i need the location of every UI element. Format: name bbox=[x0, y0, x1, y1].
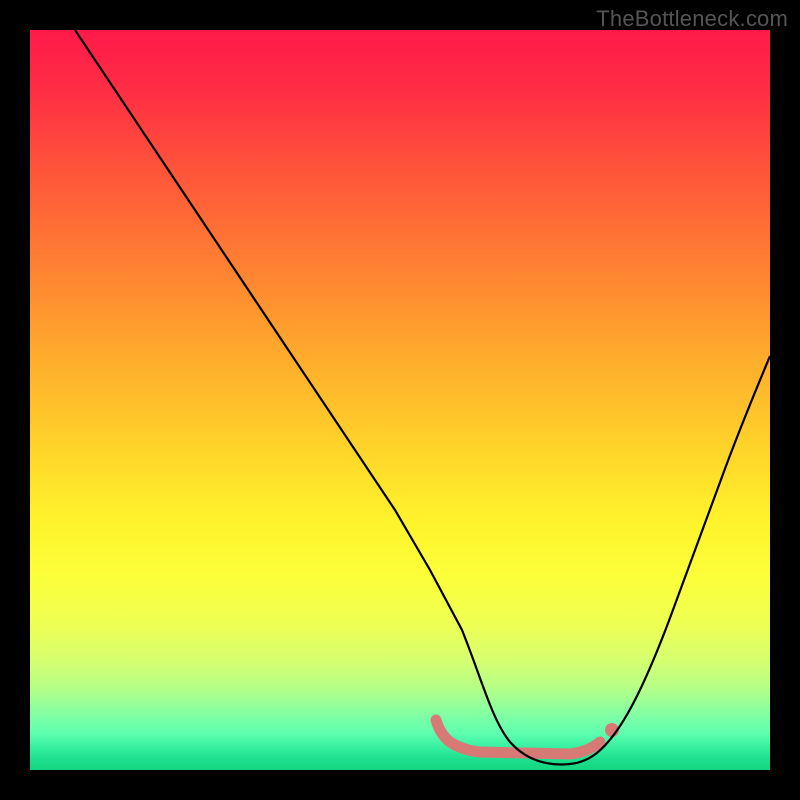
watermark-text: TheBottleneck.com bbox=[596, 6, 788, 32]
bottleneck-curve bbox=[75, 30, 770, 764]
plot-area bbox=[30, 30, 770, 770]
chart-frame: TheBottleneck.com bbox=[0, 0, 800, 800]
curve-layer bbox=[30, 30, 770, 770]
flourish-highlight bbox=[436, 720, 619, 754]
